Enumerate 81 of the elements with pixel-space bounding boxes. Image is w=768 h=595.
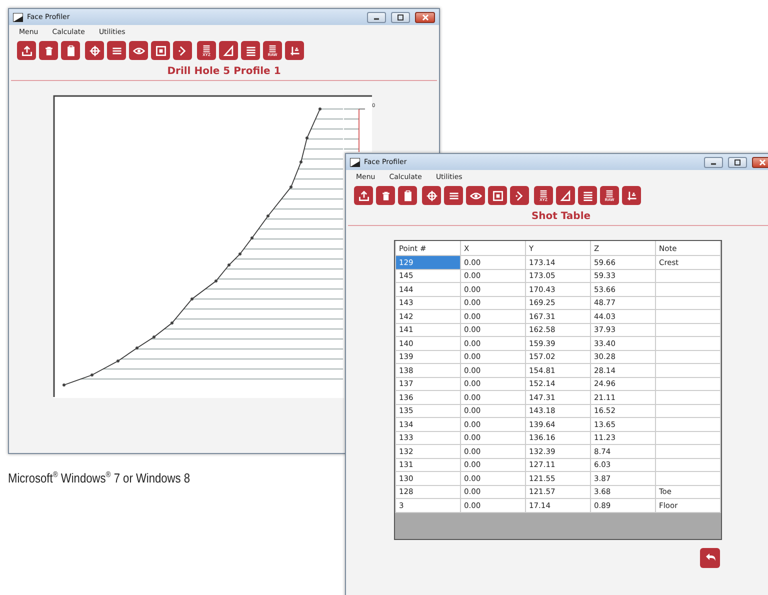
close-button[interactable] <box>752 156 768 168</box>
toolbar-button[interactable] <box>398 186 417 205</box>
toolbar-button[interactable] <box>61 41 80 60</box>
table-cell <box>656 404 720 418</box>
toolbar-button[interactable] <box>510 186 529 205</box>
toolbar-button[interactable] <box>219 41 238 60</box>
maximize-button[interactable] <box>391 12 410 22</box>
table-cell <box>656 472 720 485</box>
toolbar-button[interactable] <box>422 186 441 205</box>
table-cell <box>656 418 720 431</box>
table-cell <box>656 269 720 282</box>
list-icon <box>582 190 594 202</box>
table-cell <box>656 296 720 310</box>
toolbar-button[interactable] <box>488 186 507 205</box>
toolbar-button[interactable] <box>39 41 58 60</box>
list-icon <box>201 44 212 53</box>
toolbar-button[interactable] <box>173 41 192 60</box>
list-icon <box>244 44 256 56</box>
app-icon <box>13 12 23 22</box>
table-cell <box>656 282 720 296</box>
caption-text: Microsoft$^{®}$ Windows$^{®}$ 7 or Windows 8 <box>8 470 190 486</box>
toolbar-button[interactable] <box>444 186 463 205</box>
frame-icon <box>492 190 504 202</box>
toolbar-button[interactable] <box>578 186 597 205</box>
maximize-icon <box>396 14 405 20</box>
axes-icon <box>288 44 300 56</box>
axes-icon <box>626 190 638 202</box>
close-button[interactable] <box>415 12 435 22</box>
app-icon <box>350 158 360 166</box>
table-cell <box>656 377 720 390</box>
panel-heading: Shot Table <box>530 210 592 224</box>
triangle-icon <box>560 190 572 202</box>
eye-icon <box>470 190 482 202</box>
crosshair-icon <box>426 190 438 202</box>
table-cell <box>656 390 720 404</box>
table-cell <box>656 458 720 472</box>
table-cell <box>656 323 720 336</box>
maximize-icon <box>733 158 742 166</box>
toolbar-button[interactable] <box>556 186 575 205</box>
list-icon <box>267 44 278 53</box>
close-icon <box>758 158 766 166</box>
trash-icon <box>380 190 392 202</box>
lines-icon <box>110 44 122 56</box>
crosshair-icon <box>88 44 100 56</box>
toolbar-button[interactable] <box>285 41 304 60</box>
toolbar-button[interactable] <box>376 186 395 205</box>
toolbar-button[interactable] <box>466 186 485 205</box>
table-cell <box>656 444 720 458</box>
upload-icon <box>20 44 32 56</box>
table-cell <box>656 310 720 323</box>
list-icon <box>538 189 549 198</box>
trash-icon <box>42 44 54 56</box>
chevron-icon <box>176 44 188 56</box>
toolbar-button[interactable] <box>129 41 148 60</box>
triangle-icon <box>222 44 234 56</box>
eye-icon <box>132 44 144 56</box>
clipboard-icon <box>402 190 414 202</box>
chevron-icon <box>514 190 526 202</box>
minimize-button[interactable] <box>367 12 386 22</box>
back-arrow-icon <box>704 553 716 562</box>
toolbar-button[interactable] <box>85 41 104 60</box>
toolbar-button[interactable] <box>241 41 260 60</box>
toolbar-button[interactable] <box>354 186 373 205</box>
toolbar-button[interactable] <box>17 41 36 60</box>
maximize-button[interactable] <box>728 156 747 168</box>
table-cell <box>656 350 720 364</box>
toolbar-button[interactable] <box>107 41 126 60</box>
minimize-button[interactable] <box>704 156 723 168</box>
toolbar-button[interactable] <box>151 41 170 60</box>
table-cell <box>656 336 720 350</box>
lines-icon <box>448 190 460 202</box>
list-icon <box>604 189 615 198</box>
close-icon <box>420 14 430 20</box>
panel-heading: Drill Hole 5 Profile 1 <box>166 65 282 79</box>
back-button[interactable] <box>700 548 720 568</box>
clipboard-icon <box>64 44 76 56</box>
table-cell <box>656 364 720 377</box>
toolbar-button[interactable] <box>622 186 641 205</box>
upload-icon <box>358 190 370 202</box>
frame-icon <box>154 44 166 56</box>
table-cell <box>656 431 720 444</box>
